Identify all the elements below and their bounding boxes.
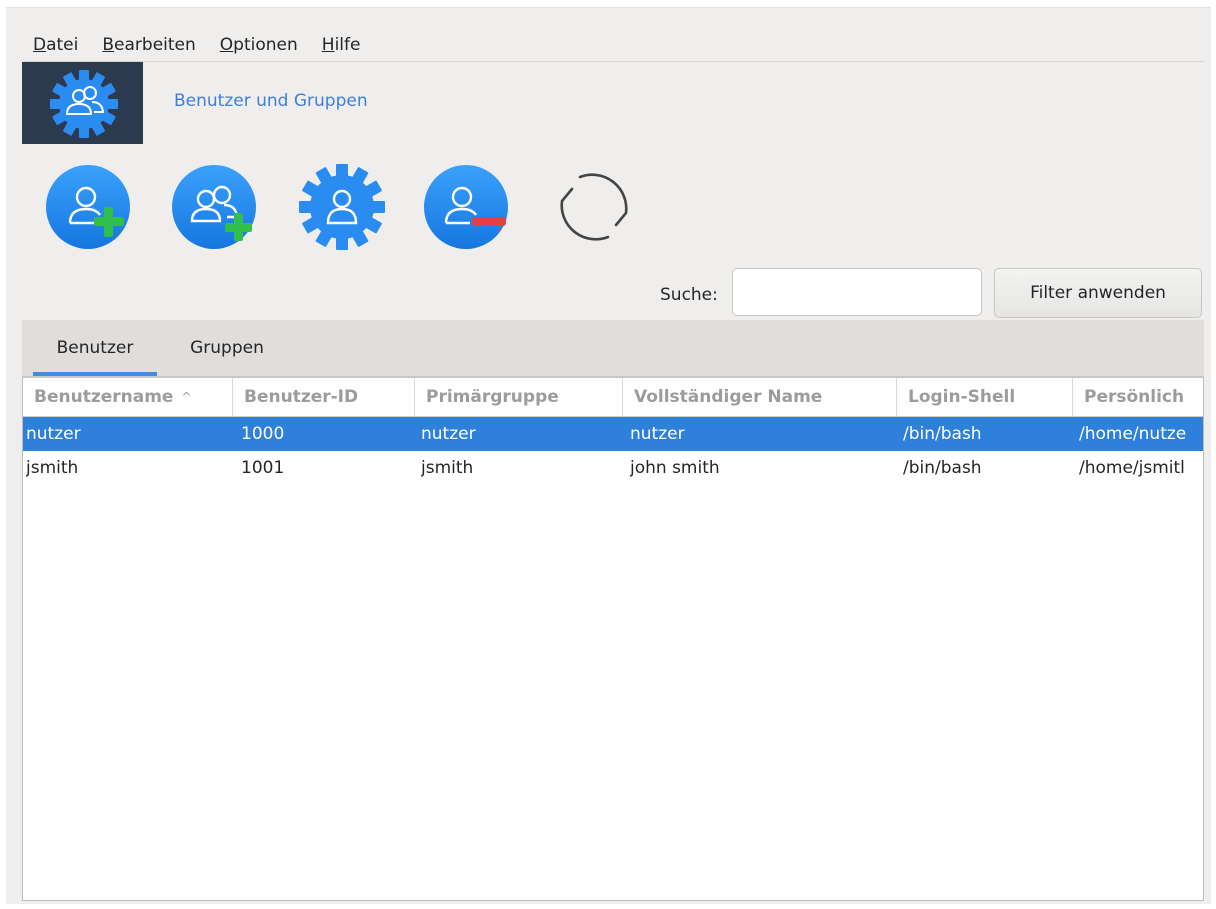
cell-home-dir: /home/jsmitl xyxy=(1079,458,1185,478)
menubar-divider xyxy=(22,61,1204,62)
sort-ascending-icon: ^ xyxy=(181,390,192,404)
search-label: Suche: xyxy=(660,285,718,305)
header-icon-panel xyxy=(22,62,159,144)
users-table: Benutzername ^ Benutzer-ID Primärgruppe … xyxy=(22,378,1204,901)
tab-benutzer[interactable]: Benutzer xyxy=(33,320,157,376)
column-header-primaergruppe[interactable]: Primärgruppe xyxy=(415,378,623,416)
cell-primary-group: jsmith xyxy=(421,458,474,478)
column-header-vollstaendiger-name[interactable]: Vollständiger Name xyxy=(623,378,897,416)
cell-primary-group: nutzer xyxy=(421,424,476,444)
table-row[interactable]: nutzer 1000 nutzer nutzer /bin/bash /hom… xyxy=(23,417,1203,451)
cell-login-shell: /bin/bash xyxy=(903,458,982,478)
tab-bar: Benutzer Gruppen xyxy=(22,320,1204,376)
menu-datei[interactable]: Datei xyxy=(33,35,78,55)
cell-full-name: nutzer xyxy=(630,424,685,444)
table-header: Benutzername ^ Benutzer-ID Primärgruppe … xyxy=(23,378,1203,417)
page-title: Benutzer und Gruppen xyxy=(174,91,368,111)
apply-filter-button[interactable]: Filter anwenden xyxy=(994,268,1202,318)
menu-optionen[interactable]: Optionen xyxy=(220,35,298,55)
column-header-benutzer-id[interactable]: Benutzer-ID xyxy=(233,378,415,416)
cell-user-id: 1000 xyxy=(241,424,285,444)
table-row[interactable]: jsmith 1001 jsmith john smith /bin/bash … xyxy=(23,451,1203,485)
tab-gruppen[interactable]: Gruppen xyxy=(172,320,282,376)
add-user-icon[interactable] xyxy=(46,163,134,251)
user-settings-gear-icon[interactable] xyxy=(298,163,386,251)
column-header-benutzername[interactable]: Benutzername ^ xyxy=(23,378,233,416)
remove-user-icon[interactable] xyxy=(424,163,512,251)
app-window: Datei Bearbeiten Optionen Hilfe Benutzer… xyxy=(6,7,1211,904)
cell-username: jsmith xyxy=(26,458,79,478)
column-header-persoenlich[interactable]: Persönlich xyxy=(1073,378,1203,416)
cell-username: nutzer xyxy=(26,424,81,444)
add-group-icon[interactable] xyxy=(172,163,260,251)
cell-full-name: john smith xyxy=(630,458,720,478)
users-gear-icon xyxy=(50,70,118,138)
menu-bearbeiten[interactable]: Bearbeiten xyxy=(102,35,195,55)
menu-hilfe[interactable]: Hilfe xyxy=(322,35,361,55)
search-input[interactable] xyxy=(732,268,982,316)
cell-home-dir: /home/nutze xyxy=(1079,424,1187,444)
column-header-login-shell[interactable]: Login-Shell xyxy=(897,378,1073,416)
cell-user-id: 1001 xyxy=(241,458,285,478)
cell-login-shell: /bin/bash xyxy=(903,424,982,444)
refresh-icon[interactable] xyxy=(550,163,638,251)
menubar: Datei Bearbeiten Optionen Hilfe xyxy=(6,30,1211,60)
header-pointer xyxy=(143,87,159,119)
